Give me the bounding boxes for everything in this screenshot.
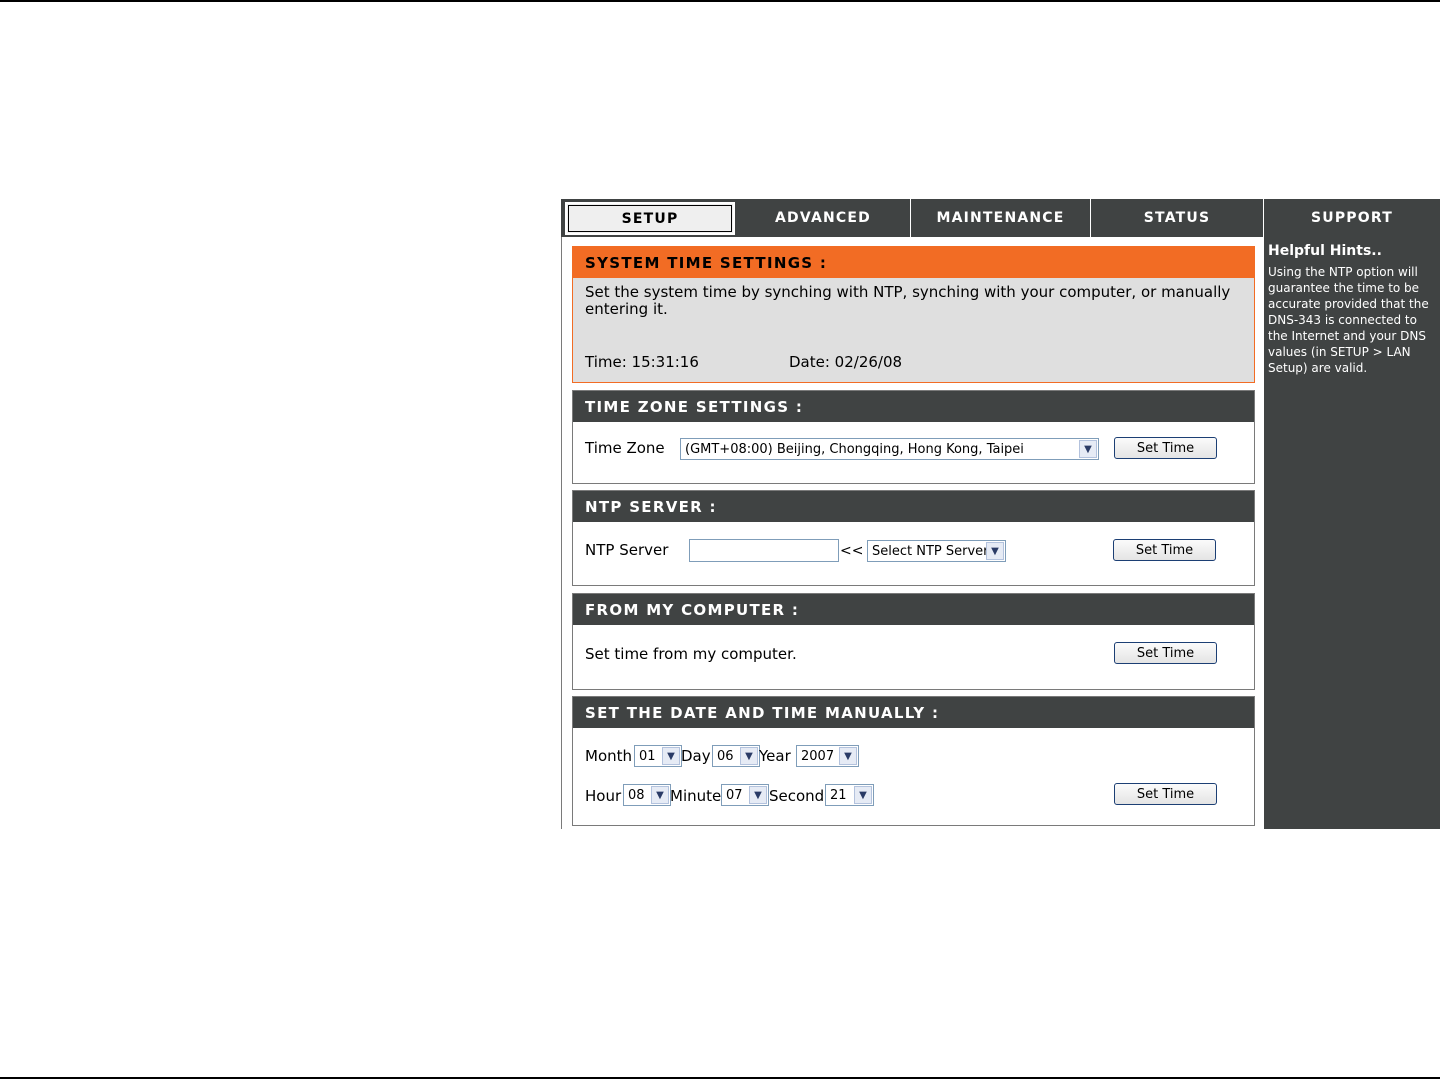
time-zone-section: TIME ZONE SETTINGS : Time Zone (GMT+08:0… bbox=[572, 390, 1255, 484]
month-label: Month bbox=[585, 747, 633, 765]
day-label: Day bbox=[681, 747, 711, 765]
second-label: Second bbox=[769, 787, 825, 805]
time-zone-header: TIME ZONE SETTINGS : bbox=[573, 391, 1254, 422]
manual-time-section: SET THE DATE AND TIME MANUALLY : Month 0… bbox=[572, 696, 1255, 826]
from-computer-header: FROM MY COMPUTER : bbox=[573, 594, 1254, 625]
ntp-server-input[interactable] bbox=[689, 539, 839, 562]
second-select[interactable]: 21 ▼ bbox=[825, 784, 874, 806]
day-value: 06 bbox=[717, 748, 734, 764]
router-ui-frame: SETUP ADVANCED MAINTENANCE STATUS SUPPOR… bbox=[561, 199, 1440, 829]
month-value: 01 bbox=[639, 748, 656, 764]
current-date: Date: 02/26/08 bbox=[789, 353, 903, 371]
set-manual-time-button[interactable]: Set Time bbox=[1114, 783, 1217, 805]
hour-select[interactable]: 08 ▼ bbox=[623, 784, 671, 806]
system-time-section: SYSTEM TIME SETTINGS : Set the system ti… bbox=[572, 246, 1255, 383]
tab-advanced[interactable]: ADVANCED bbox=[736, 199, 910, 237]
from-computer-section: FROM MY COMPUTER : Set time from my comp… bbox=[572, 593, 1255, 690]
helpful-hints-panel: Helpful Hints.. Using the NTP option wil… bbox=[1263, 237, 1440, 829]
hour-label: Hour bbox=[585, 787, 622, 805]
minute-value: 07 bbox=[726, 787, 743, 803]
tab-maintenance[interactable]: MAINTENANCE bbox=[910, 199, 1090, 237]
tab-status[interactable]: STATUS bbox=[1090, 199, 1263, 237]
chevron-down-icon: ▼ bbox=[854, 786, 872, 804]
minute-label: Minute bbox=[670, 787, 722, 805]
bottom-rule bbox=[0, 1077, 1440, 1079]
tab-support[interactable]: SUPPORT bbox=[1263, 199, 1440, 237]
top-rule bbox=[0, 0, 1440, 2]
ntp-server-section: NTP SERVER : NTP Server << Select NTP Se… bbox=[572, 490, 1255, 586]
time-zone-select[interactable]: (GMT+08:00) Beijing, Chongqing, Hong Kon… bbox=[680, 438, 1099, 460]
minute-select[interactable]: 07 ▼ bbox=[721, 784, 769, 806]
hints-text: Using the NTP option will guarantee the … bbox=[1268, 265, 1429, 375]
ntp-server-select[interactable]: Select NTP Server ▼ bbox=[867, 540, 1006, 562]
from-computer-text: Set time from my computer. bbox=[585, 645, 797, 663]
year-value: 2007 bbox=[801, 748, 835, 764]
set-time-zone-button[interactable]: Set Time bbox=[1114, 437, 1217, 459]
year-label: Year bbox=[759, 747, 791, 765]
ntp-select-text: Select NTP Server bbox=[872, 543, 989, 559]
hints-title: Helpful Hints.. bbox=[1268, 243, 1382, 259]
chevron-down-icon: ▼ bbox=[1079, 440, 1097, 458]
chevron-down-icon: ▼ bbox=[839, 747, 857, 765]
chevron-down-icon: ▼ bbox=[740, 747, 758, 765]
main-content: SYSTEM TIME SETTINGS : Set the system ti… bbox=[561, 237, 1263, 829]
time-zone-selected: (GMT+08:00) Beijing, Chongqing, Hong Kon… bbox=[685, 441, 1024, 457]
chevron-down-icon: ▼ bbox=[662, 747, 680, 765]
ntp-arrow-separator: << bbox=[840, 543, 864, 559]
chevron-down-icon: ▼ bbox=[986, 542, 1004, 560]
time-zone-label: Time Zone bbox=[585, 439, 665, 457]
manual-time-header: SET THE DATE AND TIME MANUALLY : bbox=[573, 697, 1254, 728]
day-select[interactable]: 06 ▼ bbox=[712, 745, 760, 767]
system-time-header: SYSTEM TIME SETTINGS : bbox=[573, 247, 1254, 278]
chevron-down-icon: ▼ bbox=[749, 786, 767, 804]
current-time: Time: 15:31:16 bbox=[585, 353, 699, 371]
system-time-description: Set the system time by synching with NTP… bbox=[585, 283, 1231, 318]
hour-value: 08 bbox=[628, 787, 645, 803]
ntp-server-header: NTP SERVER : bbox=[573, 491, 1254, 522]
set-computer-time-button[interactable]: Set Time bbox=[1114, 642, 1217, 664]
second-value: 21 bbox=[830, 787, 847, 803]
ntp-server-label: NTP Server bbox=[585, 541, 669, 559]
tab-setup[interactable]: SETUP bbox=[565, 202, 735, 235]
chevron-down-icon: ▼ bbox=[651, 786, 669, 804]
month-select[interactable]: 01 ▼ bbox=[634, 745, 682, 767]
tab-bar: SETUP ADVANCED MAINTENANCE STATUS SUPPOR… bbox=[561, 199, 1440, 237]
year-select[interactable]: 2007 ▼ bbox=[796, 745, 859, 767]
set-ntp-time-button[interactable]: Set Time bbox=[1113, 539, 1216, 561]
